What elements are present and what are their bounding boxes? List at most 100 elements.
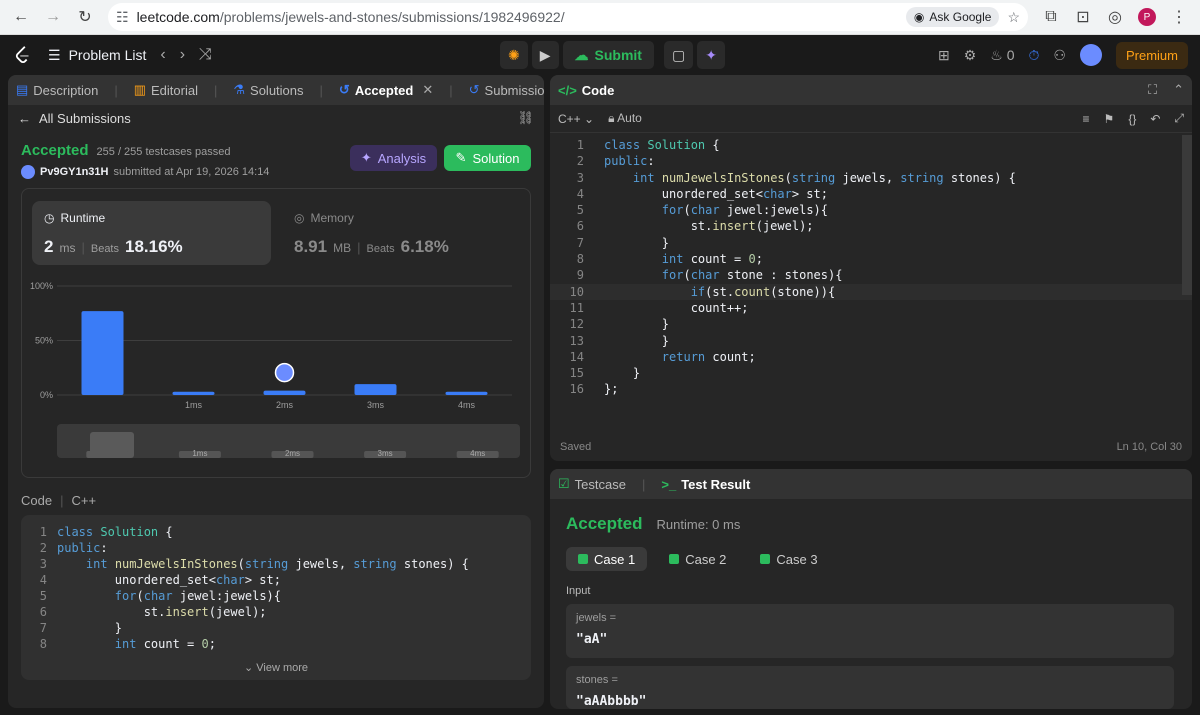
submit-button[interactable]: ☁ Submit bbox=[562, 41, 654, 69]
forward-icon[interactable]: → bbox=[40, 4, 66, 30]
leetcode-logo-icon[interactable] bbox=[12, 44, 34, 66]
bar[interactable] bbox=[263, 390, 306, 395]
tab-accepted[interactable]: ↺ Accepted ✕ bbox=[339, 82, 433, 98]
tab-test-result[interactable]: >_ Test Result bbox=[661, 477, 750, 492]
bar[interactable] bbox=[354, 384, 397, 395]
extensions-icon[interactable]: ⧉ bbox=[1038, 4, 1064, 30]
case-tab-2[interactable]: Case 2 bbox=[657, 547, 738, 571]
lock-icon: 🔒︎ bbox=[608, 111, 615, 125]
code-line: 10 if(st.count(stone)){ bbox=[550, 283, 1192, 300]
tab-label: Editorial bbox=[151, 82, 198, 98]
editor-scrollbar[interactable] bbox=[1182, 135, 1192, 295]
bar[interactable] bbox=[172, 391, 215, 395]
bar[interactable] bbox=[445, 391, 488, 395]
collapse-icon[interactable]: ⌃ bbox=[1173, 82, 1184, 98]
profile-button[interactable]: P bbox=[1134, 4, 1160, 30]
history-icon: ↺ bbox=[338, 82, 350, 97]
case-tab-1[interactable]: Case 1 bbox=[566, 547, 648, 571]
shuffle-icon[interactable]: ⤨ bbox=[199, 46, 212, 64]
extension-icon[interactable]: ◎ bbox=[1102, 4, 1128, 30]
divider: | bbox=[81, 240, 85, 255]
analysis-button[interactable]: ✦ Analysis bbox=[350, 145, 437, 171]
bookmark-icon[interactable]: ⚑ bbox=[1104, 112, 1115, 126]
line-text: unordered_set<char> st; bbox=[604, 186, 828, 201]
beats-label: Beats bbox=[90, 243, 119, 255]
notes-button[interactable]: ▢ bbox=[663, 41, 694, 69]
x-tick-label: 4ms bbox=[458, 400, 476, 410]
mode-toggle[interactable]: 🔒︎ Auto bbox=[608, 111, 642, 126]
line-text: if(st.count(stone)){ bbox=[690, 284, 836, 299]
language-select[interactable]: C++ ⌄ bbox=[558, 112, 594, 126]
next-problem-icon[interactable]: › bbox=[180, 46, 185, 64]
tab-description[interactable]: ▤ Description bbox=[16, 82, 98, 98]
fullscreen-icon[interactable]: ⤢ bbox=[1174, 111, 1184, 126]
code-line: 13 } bbox=[550, 333, 1192, 349]
username[interactable]: Pv9GY1n31H bbox=[40, 166, 108, 178]
line-number: 16 bbox=[569, 382, 584, 397]
sparkle-icon: ✦ bbox=[360, 150, 372, 165]
tab-code[interactable]: </> Code bbox=[558, 83, 614, 98]
y-tick-label: 100% bbox=[30, 281, 53, 291]
user-avatar[interactable] bbox=[1079, 44, 1102, 66]
code-line: 7 } bbox=[21, 620, 531, 636]
chart-range-slider[interactable]: 1ms 2ms 3ms 4ms bbox=[57, 424, 520, 458]
tab-search-icon[interactable]: ⊡ bbox=[1070, 4, 1096, 30]
format-icon[interactable]: ≡ bbox=[1083, 112, 1090, 126]
bookmark-star-icon[interactable]: ☆ bbox=[1007, 9, 1020, 26]
line-number: 6 bbox=[39, 605, 47, 619]
memory-value: 8.91 bbox=[294, 237, 328, 256]
add-user-icon[interactable]: ⚇ bbox=[1053, 47, 1066, 64]
premium-button[interactable]: Premium bbox=[1115, 41, 1188, 69]
streak[interactable]: ♨ 0 bbox=[990, 47, 1014, 64]
share-link-icon[interactable]: ⛓ bbox=[517, 110, 534, 126]
memory-stat[interactable]: ◎ Memory 8.91 MB | Beats 6.18% bbox=[282, 201, 521, 265]
tab-editorial[interactable]: ▥ Editorial bbox=[134, 82, 198, 98]
reset-icon[interactable]: ↶ bbox=[1150, 112, 1160, 126]
tab-submissions[interactable]: ↺ Submissions bbox=[469, 82, 544, 98]
prev-problem-icon[interactable]: ‹ bbox=[160, 46, 165, 64]
site-info-icon[interactable]: ☷ bbox=[116, 9, 129, 26]
code-editor[interactable]: 1 class Solution {2 public: 3 int numJewels… bbox=[550, 133, 1192, 398]
bug-icon: ✺ bbox=[508, 46, 520, 63]
settings-gear-icon[interactable]: ⚙ bbox=[964, 47, 977, 64]
ai-button[interactable]: ✦ bbox=[697, 41, 725, 69]
line-number: 7 bbox=[576, 235, 584, 250]
all-submissions-link[interactable]: ← All Submissions ⛓ bbox=[8, 105, 544, 131]
view-more-button[interactable]: ⌄ View more bbox=[21, 661, 531, 674]
debug-button[interactable]: ✺ bbox=[500, 41, 528, 69]
submission-header: Accepted 255 / 255 testcases passed Pv9G… bbox=[21, 142, 269, 179]
run-button[interactable]: ▶ bbox=[531, 41, 559, 69]
view-more-label: View more bbox=[256, 662, 309, 674]
top-nav: ☰ Problem List ‹ › ⤨ ✺ ▶ ☁ Submit ▢ ✦ ⊞ ⚙ … bbox=[0, 35, 1200, 75]
line-number: 15 bbox=[569, 366, 584, 381]
reload-icon[interactable]: ↻ bbox=[72, 4, 98, 30]
menu-icon[interactable]: ⋮ bbox=[1166, 4, 1192, 30]
line-number: 6 bbox=[576, 219, 584, 234]
runtime-stat[interactable]: ◷ Runtime 2 ms | Beats 18.16% bbox=[32, 201, 271, 265]
close-tab-icon[interactable]: ✕ bbox=[422, 82, 433, 98]
tab-testcase[interactable]: ☑ Testcase bbox=[558, 476, 626, 492]
book-icon: ▥ bbox=[133, 82, 147, 97]
solution-button[interactable]: ✎ Solution bbox=[444, 145, 531, 171]
timer-icon[interactable]: ⏱ bbox=[1029, 47, 1040, 64]
check-icon bbox=[760, 554, 771, 564]
case-tab-3[interactable]: Case 3 bbox=[748, 547, 829, 571]
layout-icon[interactable]: ⊞ bbox=[938, 47, 950, 64]
ask-google-button[interactable]: ◉ Ask Google bbox=[905, 7, 1000, 27]
submit-label: Submit bbox=[594, 47, 642, 63]
maximize-icon[interactable]: ⛶ bbox=[1148, 82, 1157, 98]
input-box-jewels[interactable]: jewels = "aA" bbox=[566, 604, 1174, 658]
problem-list-button[interactable]: ☰ Problem List bbox=[48, 47, 146, 64]
braces-icon[interactable]: {} bbox=[1128, 112, 1136, 126]
tab-solutions[interactable]: ⚗ Solutions bbox=[233, 82, 303, 98]
runtime-value: 2 bbox=[44, 237, 54, 256]
input-value: "aA" bbox=[576, 632, 608, 647]
code-language: C++ bbox=[71, 493, 97, 508]
tab-label: Description bbox=[33, 82, 99, 98]
code-line: 2 public: bbox=[21, 540, 531, 556]
input-box-stones[interactable]: stones = "aAAbbbb" bbox=[566, 666, 1174, 709]
address-bar[interactable]: ☷ leetcode.com/problems/jewels-and-stone… bbox=[108, 3, 1028, 31]
back-icon[interactable]: ← bbox=[8, 4, 34, 30]
ask-google-label: Ask Google bbox=[929, 10, 992, 24]
bar[interactable] bbox=[81, 311, 124, 395]
